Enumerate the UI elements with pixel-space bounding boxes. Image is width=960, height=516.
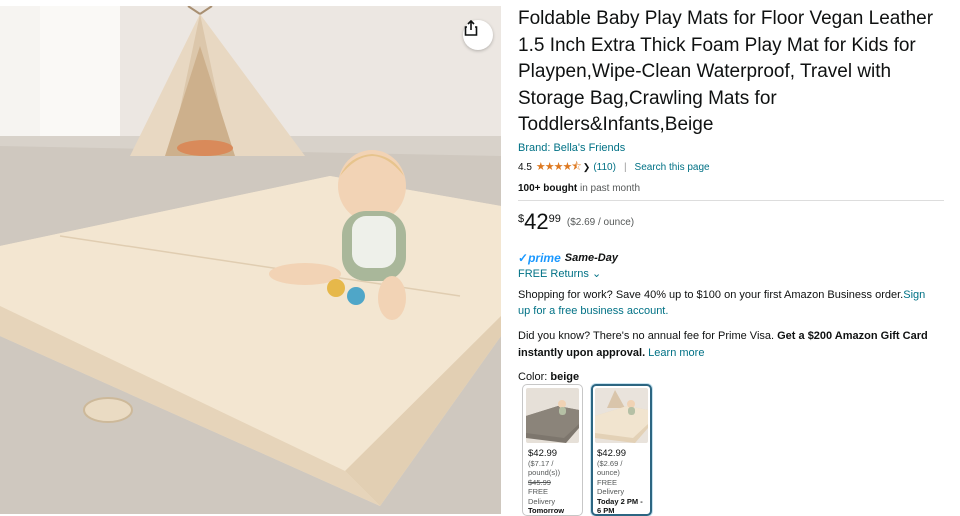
swatch-beige-delivery-when-text: Today 2 PM - 6 PM — [597, 496, 643, 515]
search-page-link[interactable]: Search this page — [635, 162, 710, 173]
swatch-gray-delivery-when: Tomorrow — [528, 506, 577, 515]
divider — [518, 199, 944, 201]
price-fraction: 99 — [548, 212, 561, 225]
color-selected: beige — [550, 370, 580, 383]
swatch-gray-thumb — [526, 388, 579, 443]
swatch-beige-delivery-when: Today 2 PM - 6 PM — [597, 496, 646, 515]
bought-count: 100+ bought in past month — [518, 183, 948, 194]
swatch-gray[interactable]: $42.99 ($7.17 / pound(s)) $45.99 FREE De… — [522, 384, 583, 516]
prime-check-icon: ✓ — [518, 250, 529, 265]
same-day-label: Same-Day — [564, 251, 618, 264]
swatch-gray-list-price: $45.99 — [528, 477, 551, 487]
swatch-beige-delivery: FREE Delivery — [597, 477, 625, 497]
learn-more-link[interactable]: Learn more — [645, 347, 704, 359]
prime-visa-text: Did you know? There's no annual fee for … — [518, 329, 778, 342]
price-whole: 42 — [524, 208, 549, 234]
free-returns-link[interactable]: FREE Returns ⌄ — [518, 267, 948, 280]
rating-count-link[interactable]: (110) — [593, 162, 616, 173]
bought-bold: 100+ bought — [518, 182, 578, 194]
swatch-gray-info: $42.99 ($7.17 / pound(s)) $45.99 FREE De… — [526, 443, 579, 515]
prime-badge: ✓ prime Same-Day — [518, 251, 948, 265]
swatch-beige-thumb — [595, 388, 648, 443]
color-swatches: $42.99 ($7.17 / pound(s)) $45.99 FREE De… — [522, 384, 652, 516]
business-promo: Shopping for work? Save 40% up to $100 o… — [518, 287, 938, 319]
swatch-beige-info: $42.99 ($2.69 / ounce) FREE Delivery Tod… — [595, 443, 648, 515]
share-button[interactable] — [463, 20, 493, 50]
business-text: Shopping for work? Save 40% up to $100 o… — [518, 288, 904, 301]
product-details: Foldable Baby Play Mats for Floor Vegan … — [518, 6, 948, 383]
product-image[interactable] — [0, 6, 501, 514]
product-title: Foldable Baby Play Mats for Floor Vegan … — [518, 8, 934, 135]
swatch-beige-unit-price: ($2.69 / ounce) — [597, 458, 623, 478]
unit-price: ($2.69 / ounce) — [566, 216, 635, 228]
rating-row: 4.5 ★★★★⯪ ❯ (110) | Search this page — [518, 158, 948, 177]
separator: | — [623, 161, 627, 173]
swatch-gray-delivery: FREE Delivery — [528, 487, 556, 506]
prime-logo: prime — [528, 250, 561, 265]
bought-rest: in past month — [577, 182, 640, 194]
star-rating-icon[interactable]: ★★★★⯪ — [536, 158, 582, 177]
swatch-gray-price: $42.99 — [528, 448, 558, 459]
prime-visa-promo: Did you know? There's no annual fee for … — [518, 328, 943, 362]
price: $ 42 99 ($2.69 / ounce) — [518, 208, 948, 234]
swatch-beige[interactable]: $42.99 ($2.69 / ounce) FREE Delivery Tod… — [591, 384, 652, 516]
swatch-gray-delivery-when-text: Tomorrow — [528, 506, 565, 515]
brand-link[interactable]: Brand: Bella's Friends — [518, 142, 948, 154]
color-label-text: Color: — [518, 370, 551, 383]
share-icon — [464, 20, 478, 36]
color-label: Color: beige — [518, 371, 948, 383]
chevron-down-icon[interactable]: ❯ — [583, 162, 591, 173]
swatch-beige-price: $42.99 — [597, 448, 627, 459]
rating-value: 4.5 — [518, 161, 532, 173]
product-photo — [0, 6, 501, 514]
swatch-gray-unit-price: ($7.17 / pound(s)) — [528, 458, 561, 478]
